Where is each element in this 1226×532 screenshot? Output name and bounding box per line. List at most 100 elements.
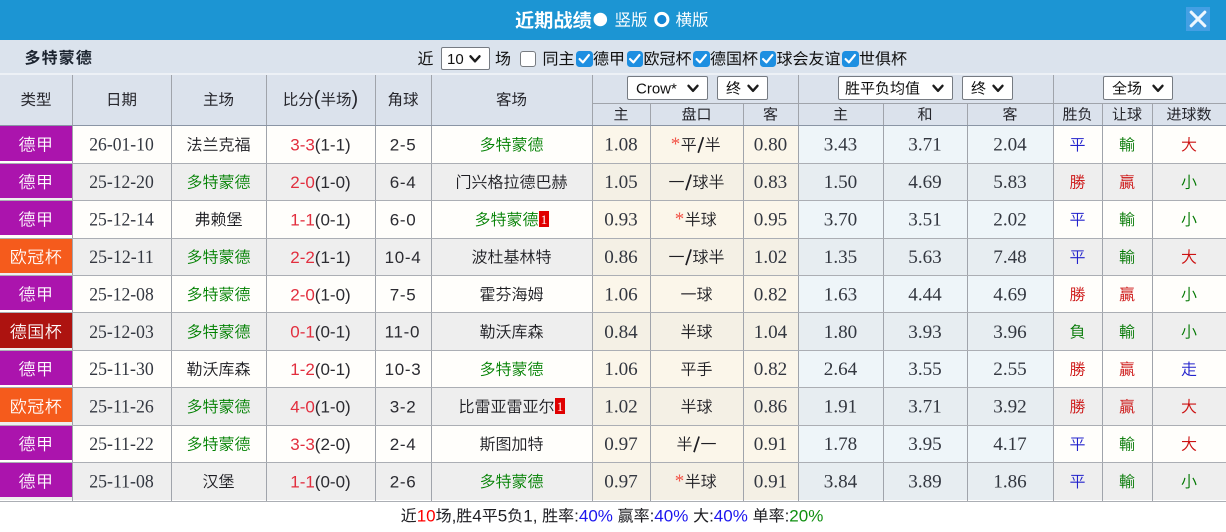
- svg-text:6-4: 6-4: [390, 173, 417, 192]
- svg-text:): ): [352, 88, 359, 110]
- svg-text:3.51: 3.51: [908, 210, 942, 231]
- svg-text:4.69: 4.69: [993, 284, 1027, 305]
- svg-text:*: *: [675, 209, 685, 230]
- svg-text:(1-0): (1-0): [315, 173, 351, 192]
- svg-text:2-2: 2-2: [290, 248, 315, 267]
- svg-text:25-12-11: 25-12-11: [89, 247, 154, 268]
- svg-text:2-0: 2-0: [290, 173, 315, 192]
- svg-text:1.06: 1.06: [604, 284, 638, 305]
- svg-text:1: 1: [557, 399, 564, 414]
- svg-text:3-3: 3-3: [290, 435, 315, 454]
- svg-text:25-11-08: 25-11-08: [89, 472, 154, 493]
- svg-text:20%: 20%: [789, 506, 823, 525]
- svg-text:3.95: 3.95: [908, 434, 942, 455]
- svg-text:1-1: 1-1: [290, 472, 315, 491]
- svg-text:0.86: 0.86: [754, 397, 788, 418]
- svg-text:1.63: 1.63: [824, 284, 858, 305]
- svg-text:0.97: 0.97: [604, 472, 638, 493]
- svg-text:0-1: 0-1: [290, 323, 315, 342]
- svg-text:2-4: 2-4: [390, 435, 417, 454]
- svg-text:0.97: 0.97: [604, 434, 638, 455]
- svg-text:3.89: 3.89: [908, 472, 942, 493]
- svg-text:1.86: 1.86: [993, 472, 1027, 493]
- svg-text:Crow*: Crow*: [636, 81, 677, 98]
- svg-text:25-11-22: 25-11-22: [89, 434, 154, 455]
- svg-text:40%: 40%: [714, 506, 748, 525]
- svg-text:26-01-10: 26-01-10: [89, 135, 154, 156]
- svg-text:3.71: 3.71: [908, 135, 942, 156]
- svg-text:3.55: 3.55: [908, 359, 942, 380]
- svg-text:1.05: 1.05: [604, 172, 638, 193]
- svg-text:40%: 40%: [654, 506, 688, 525]
- svg-text:1.02: 1.02: [604, 397, 638, 418]
- svg-text:,: ,: [452, 506, 457, 525]
- svg-text:3.96: 3.96: [993, 322, 1027, 343]
- svg-text:1.80: 1.80: [824, 322, 858, 343]
- svg-text:25-12-03: 25-12-03: [89, 322, 154, 343]
- svg-text:2.64: 2.64: [824, 359, 858, 380]
- svg-text:3.70: 3.70: [824, 210, 858, 231]
- svg-text:4.44: 4.44: [908, 284, 942, 305]
- svg-text:(2-0): (2-0): [315, 435, 351, 454]
- svg-text:3.71: 3.71: [908, 397, 942, 418]
- svg-text:0.84: 0.84: [604, 322, 638, 343]
- svg-text:10: 10: [447, 51, 464, 68]
- svg-text:2-5: 2-5: [390, 136, 417, 155]
- svg-text:0.83: 0.83: [754, 172, 788, 193]
- svg-text:(1-1): (1-1): [315, 248, 351, 267]
- svg-text:25-11-30: 25-11-30: [89, 359, 154, 380]
- svg-text:3.92: 3.92: [993, 397, 1027, 418]
- svg-text:10-4: 10-4: [385, 248, 422, 267]
- svg-text:(1-0): (1-0): [315, 398, 351, 417]
- svg-text:25-12-14: 25-12-14: [89, 210, 154, 231]
- svg-text:1.91: 1.91: [824, 397, 858, 418]
- svg-text:0.91: 0.91: [754, 472, 788, 493]
- svg-text:*: *: [671, 134, 681, 155]
- svg-text:7-5: 7-5: [390, 285, 417, 304]
- svg-text:2.04: 2.04: [993, 135, 1027, 156]
- svg-text:6-0: 6-0: [390, 210, 417, 229]
- svg-text:1.08: 1.08: [604, 135, 638, 156]
- svg-text:1.50: 1.50: [824, 172, 858, 193]
- svg-text:2.55: 2.55: [993, 359, 1027, 380]
- svg-text:0.80: 0.80: [754, 135, 788, 156]
- svg-text:3-3: 3-3: [290, 136, 315, 155]
- svg-text:0.91: 0.91: [754, 434, 788, 455]
- svg-text:1.35: 1.35: [824, 247, 858, 268]
- svg-text:0.93: 0.93: [604, 210, 638, 231]
- svg-text:0.86: 0.86: [604, 247, 638, 268]
- svg-text:3-2: 3-2: [390, 398, 417, 417]
- svg-text:4.17: 4.17: [993, 434, 1027, 455]
- svg-text:0.82: 0.82: [754, 359, 788, 380]
- svg-text:1.04: 1.04: [754, 322, 788, 343]
- svg-text:4-0: 4-0: [290, 398, 315, 417]
- svg-text:10: 10: [417, 506, 436, 525]
- svg-text:1.06: 1.06: [604, 359, 638, 380]
- svg-text:1.78: 1.78: [824, 434, 858, 455]
- svg-text:(0-1): (0-1): [315, 323, 351, 342]
- svg-text:(0-1): (0-1): [315, 210, 351, 229]
- svg-text:3.43: 3.43: [824, 135, 858, 156]
- svg-text:10-3: 10-3: [385, 360, 422, 379]
- svg-text:25-12-08: 25-12-08: [89, 284, 154, 305]
- svg-text:40%: 40%: [579, 506, 613, 525]
- svg-text:0.95: 0.95: [754, 210, 788, 231]
- svg-text:11-0: 11-0: [385, 323, 421, 342]
- svg-text:4: 4: [472, 506, 481, 525]
- svg-text:2-6: 2-6: [390, 472, 417, 491]
- svg-text:2.02: 2.02: [993, 210, 1027, 231]
- svg-text:(1-0): (1-0): [315, 285, 351, 304]
- svg-text:(0-1): (0-1): [315, 360, 351, 379]
- svg-text:4.69: 4.69: [908, 172, 942, 193]
- svg-text:5.83: 5.83: [993, 172, 1027, 193]
- svg-text:25-12-20: 25-12-20: [89, 172, 154, 193]
- svg-text:7.48: 7.48: [993, 247, 1027, 268]
- svg-text:1: 1: [523, 506, 532, 525]
- svg-text:1.02: 1.02: [754, 247, 788, 268]
- svg-text:1-2: 1-2: [290, 360, 315, 379]
- svg-text:0.82: 0.82: [754, 284, 788, 305]
- svg-text:(0-0): (0-0): [315, 472, 351, 491]
- svg-text:(1-1): (1-1): [315, 136, 351, 155]
- svg-text:5.63: 5.63: [908, 247, 942, 268]
- svg-text:25-11-26: 25-11-26: [89, 397, 154, 418]
